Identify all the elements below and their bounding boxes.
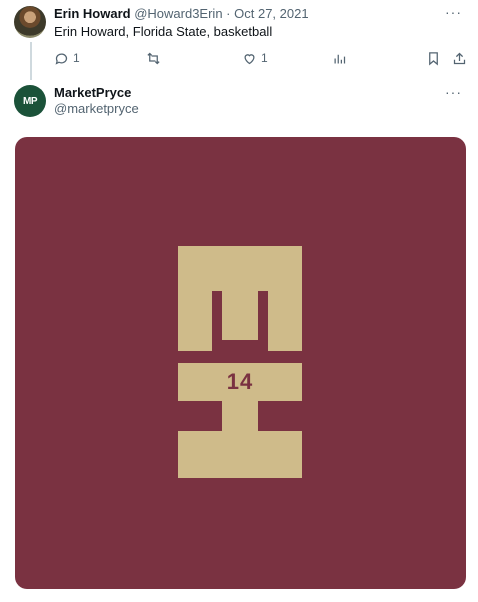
header-separator: · bbox=[226, 6, 231, 21]
like-button[interactable]: 1 bbox=[242, 50, 268, 66]
eh-logo: 14 bbox=[178, 246, 302, 478]
reply-icon bbox=[55, 53, 68, 65]
tweet-actions: 1 1 bbox=[54, 50, 470, 66]
author-handle-marketpryce[interactable]: @marketpryce bbox=[54, 101, 139, 117]
tweet-header: Erin Howard @Howard3Erin · Oct 27, 2021 bbox=[54, 6, 309, 22]
tweet-date[interactable]: Oct 27, 2021 bbox=[234, 6, 308, 21]
tweet-media-image[interactable]: 14 bbox=[15, 137, 466, 589]
bookmark-button[interactable] bbox=[426, 50, 441, 66]
share-icon bbox=[453, 52, 466, 64]
retweet-icon bbox=[147, 52, 160, 64]
logo-number: 14 bbox=[178, 363, 302, 401]
author-name-marketpryce[interactable]: MarketPryce bbox=[54, 85, 131, 101]
more-options-icon[interactable]: ··· bbox=[445, 84, 462, 100]
analytics-icon bbox=[334, 54, 346, 63]
reply-count: 1 bbox=[73, 51, 80, 65]
author-handle[interactable]: @Howard3Erin bbox=[134, 6, 222, 21]
more-options-icon[interactable]: ··· bbox=[445, 4, 462, 20]
bookmark-icon bbox=[429, 51, 438, 65]
thread-connector bbox=[30, 42, 32, 80]
analytics-button[interactable] bbox=[332, 50, 347, 66]
logo-base bbox=[178, 431, 302, 478]
logo-slot-bottom bbox=[212, 340, 268, 351]
like-count: 1 bbox=[261, 51, 268, 65]
retweet-button[interactable] bbox=[146, 50, 161, 66]
tweet-erin-howard[interactable]: Erin Howard @Howard3Erin · Oct 27, 2021 … bbox=[0, 0, 478, 80]
reply-button[interactable]: 1 bbox=[54, 50, 80, 66]
tweet-text: Erin Howard, Florida State, basketball bbox=[54, 24, 273, 39]
author-name[interactable]: Erin Howard bbox=[54, 6, 131, 21]
avatar-erin-howard[interactable] bbox=[14, 6, 46, 38]
like-icon bbox=[244, 53, 255, 64]
share-button[interactable] bbox=[452, 50, 467, 66]
avatar-marketpryce[interactable]: MP bbox=[14, 85, 46, 117]
logo-top-block bbox=[178, 246, 302, 351]
logo-stem bbox=[222, 401, 258, 431]
